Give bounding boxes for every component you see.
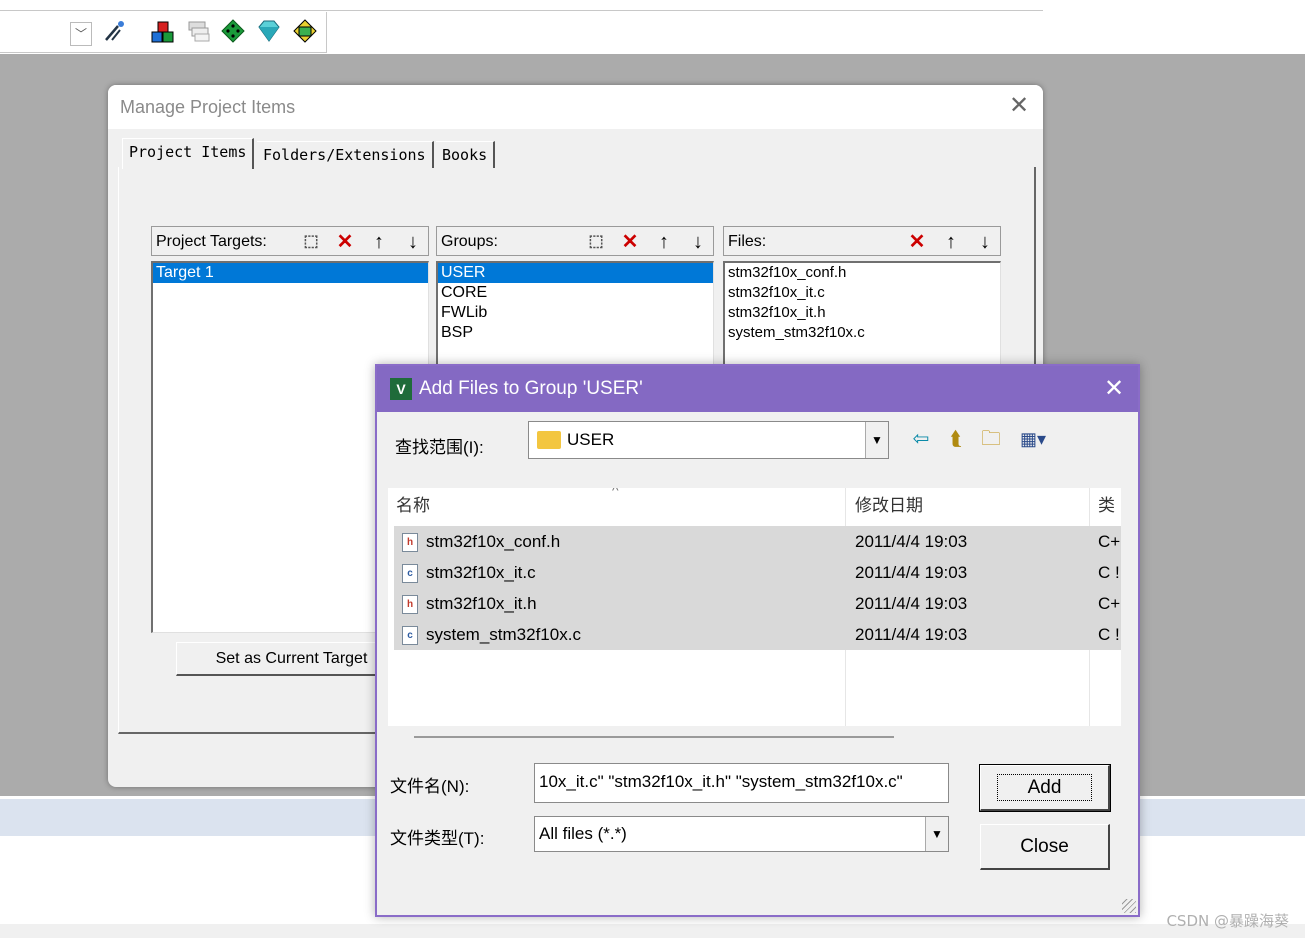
file-date: 2011/4/4 19:03	[855, 625, 968, 644]
add-files-dialog: V Add Files to Group 'USER' ✕ 查找范围(I): U…	[375, 364, 1140, 917]
tab-folders-extensions[interactable]: Folders/Extensions	[257, 141, 434, 168]
dropdown-icon[interactable]: ﹀	[70, 22, 92, 46]
set-current-target-button[interactable]: Set as Current Target	[176, 642, 408, 676]
move-up-icon[interactable]: ↑	[938, 229, 964, 255]
file-row[interactable]: h stm32f10x_it.h 2011/4/4 19:03 C+	[394, 588, 1121, 619]
move-up-icon[interactable]: ↑	[366, 229, 392, 255]
close-icon[interactable]: ✕	[1008, 91, 1030, 121]
close-button[interactable]: Close	[980, 824, 1110, 870]
move-up-icon[interactable]: ↑	[651, 229, 677, 255]
list-item[interactable]: stm32f10x_conf.h	[725, 263, 1000, 283]
c-file-icon: c	[402, 626, 418, 645]
file-row[interactable]: c stm32f10x_it.c 2011/4/4 19:03 C !	[394, 557, 1121, 588]
toolbar-divider	[0, 10, 1043, 11]
gem-icon[interactable]	[256, 18, 282, 44]
file-date: 2011/4/4 19:03	[855, 594, 968, 613]
add-dialog-title: Add Files to Group 'USER'	[419, 378, 643, 399]
list-item[interactable]: FWLib	[438, 303, 713, 323]
list-item[interactable]: stm32f10x_it.h	[725, 303, 1000, 323]
delete-icon[interactable]: ✕	[617, 229, 643, 255]
move-down-icon[interactable]: ↓	[400, 229, 426, 255]
filename-input[interactable]: 10x_it.c" "stm32f10x_it.h" "system_stm32…	[534, 763, 949, 803]
groups-header: Groups: ⬚ ✕ ↑ ↓	[436, 226, 714, 256]
file-date: 2011/4/4 19:03	[855, 563, 968, 582]
magic-wand-icon[interactable]	[102, 18, 128, 44]
delete-icon[interactable]: ✕	[332, 229, 358, 255]
manage-project-items-icon[interactable]	[150, 18, 176, 44]
manage-dialog-titlebar: Manage Project Items ✕	[108, 85, 1043, 129]
file-row[interactable]: h stm32f10x_conf.h 2011/4/4 19:03 C+	[394, 526, 1121, 557]
translate-icon[interactable]	[292, 18, 318, 44]
new-folder-icon[interactable]: 🗀	[978, 426, 1004, 452]
horizontal-scrollbar[interactable]	[414, 736, 894, 738]
select-books-icon[interactable]	[186, 18, 212, 44]
add-dialog-titlebar: V Add Files to Group 'USER' ✕	[377, 366, 1138, 412]
resize-grip[interactable]	[1122, 899, 1136, 913]
close-icon[interactable]: ✕	[1101, 374, 1127, 404]
filetype-label: 文件类型(T):	[390, 829, 485, 848]
list-item[interactable]: CORE	[438, 283, 713, 303]
filename-label: 文件名(N):	[390, 777, 470, 796]
manage-dialog-title: Manage Project Items	[120, 97, 296, 117]
view-menu-icon[interactable]: ▦▾	[1013, 426, 1053, 452]
chevron-down-icon[interactable]: ▼	[865, 422, 888, 458]
look-in-combo[interactable]: USER ▼	[528, 421, 889, 459]
new-icon[interactable]: ⬚	[298, 229, 324, 255]
groups-label: Groups:	[441, 233, 498, 250]
filetype-select[interactable]: All files (*.*) ▼	[534, 816, 949, 852]
header-file-icon: h	[402, 533, 418, 552]
project-targets-header: Project Targets: ⬚ ✕ ↑ ↓	[151, 226, 429, 256]
file-name: system_stm32f10x.c	[426, 625, 581, 644]
new-icon[interactable]: ⬚	[583, 229, 609, 255]
move-down-icon[interactable]: ↓	[685, 229, 711, 255]
c-file-icon: c	[402, 564, 418, 583]
file-type: C+	[1098, 532, 1121, 551]
watermark: CSDN @暴躁海葵	[1166, 912, 1289, 930]
list-item[interactable]: system_stm32f10x.c	[725, 323, 1000, 343]
folder-icon	[537, 431, 561, 449]
files-label: Files:	[728, 233, 767, 250]
add-button[interactable]: Add	[979, 764, 1111, 812]
list-item[interactable]: USER	[438, 263, 713, 283]
file-name: stm32f10x_it.h	[426, 594, 537, 613]
list-item[interactable]: stm32f10x_it.c	[725, 283, 1000, 303]
move-down-icon[interactable]: ↓	[972, 229, 998, 255]
file-type: C+	[1098, 594, 1121, 613]
back-icon[interactable]: ⇦	[908, 426, 934, 452]
column-name[interactable]: 名称	[396, 488, 430, 524]
file-name: stm32f10x_conf.h	[426, 532, 561, 551]
add-button-label: Add	[996, 774, 1093, 801]
up-folder-icon[interactable]: ⮬	[943, 426, 969, 452]
filetype-value: All files (*.*)	[539, 824, 627, 843]
sort-ascending-icon: ^	[612, 488, 619, 498]
column-date[interactable]: 修改日期	[855, 488, 923, 524]
files-header: Files: ✕ ↑ ↓	[723, 226, 1001, 256]
project-targets-label: Project Targets:	[156, 233, 267, 250]
tab-project-items[interactable]: Project Items	[122, 138, 255, 169]
column-type[interactable]: 类	[1098, 488, 1121, 524]
bottom-strip	[0, 924, 1305, 938]
look-in-label: 查找范围(I):	[395, 438, 484, 457]
main-toolbar: ﹀	[0, 0, 1305, 54]
pack-installer-icon[interactable]	[220, 18, 246, 44]
file-row[interactable]: c system_stm32f10x.c 2011/4/4 19:03 C !	[394, 619, 1121, 650]
list-item[interactable]: Target 1	[153, 263, 428, 283]
file-name: stm32f10x_it.c	[426, 563, 536, 582]
file-type: C !	[1098, 625, 1120, 644]
look-in-value: USER	[567, 430, 615, 449]
header-file-icon: h	[402, 595, 418, 614]
delete-icon[interactable]: ✕	[904, 229, 930, 255]
file-date: 2011/4/4 19:03	[855, 532, 968, 551]
keil-app-icon: V	[390, 378, 412, 400]
tab-books[interactable]: Books	[436, 141, 496, 168]
chevron-down-icon[interactable]: ▼	[925, 817, 948, 851]
file-list[interactable]: 名称 ^ 修改日期 类 h stm32f10x_conf.h 2011/4/4 …	[388, 488, 1121, 726]
file-type: C !	[1098, 563, 1120, 582]
list-item[interactable]: BSP	[438, 323, 713, 343]
